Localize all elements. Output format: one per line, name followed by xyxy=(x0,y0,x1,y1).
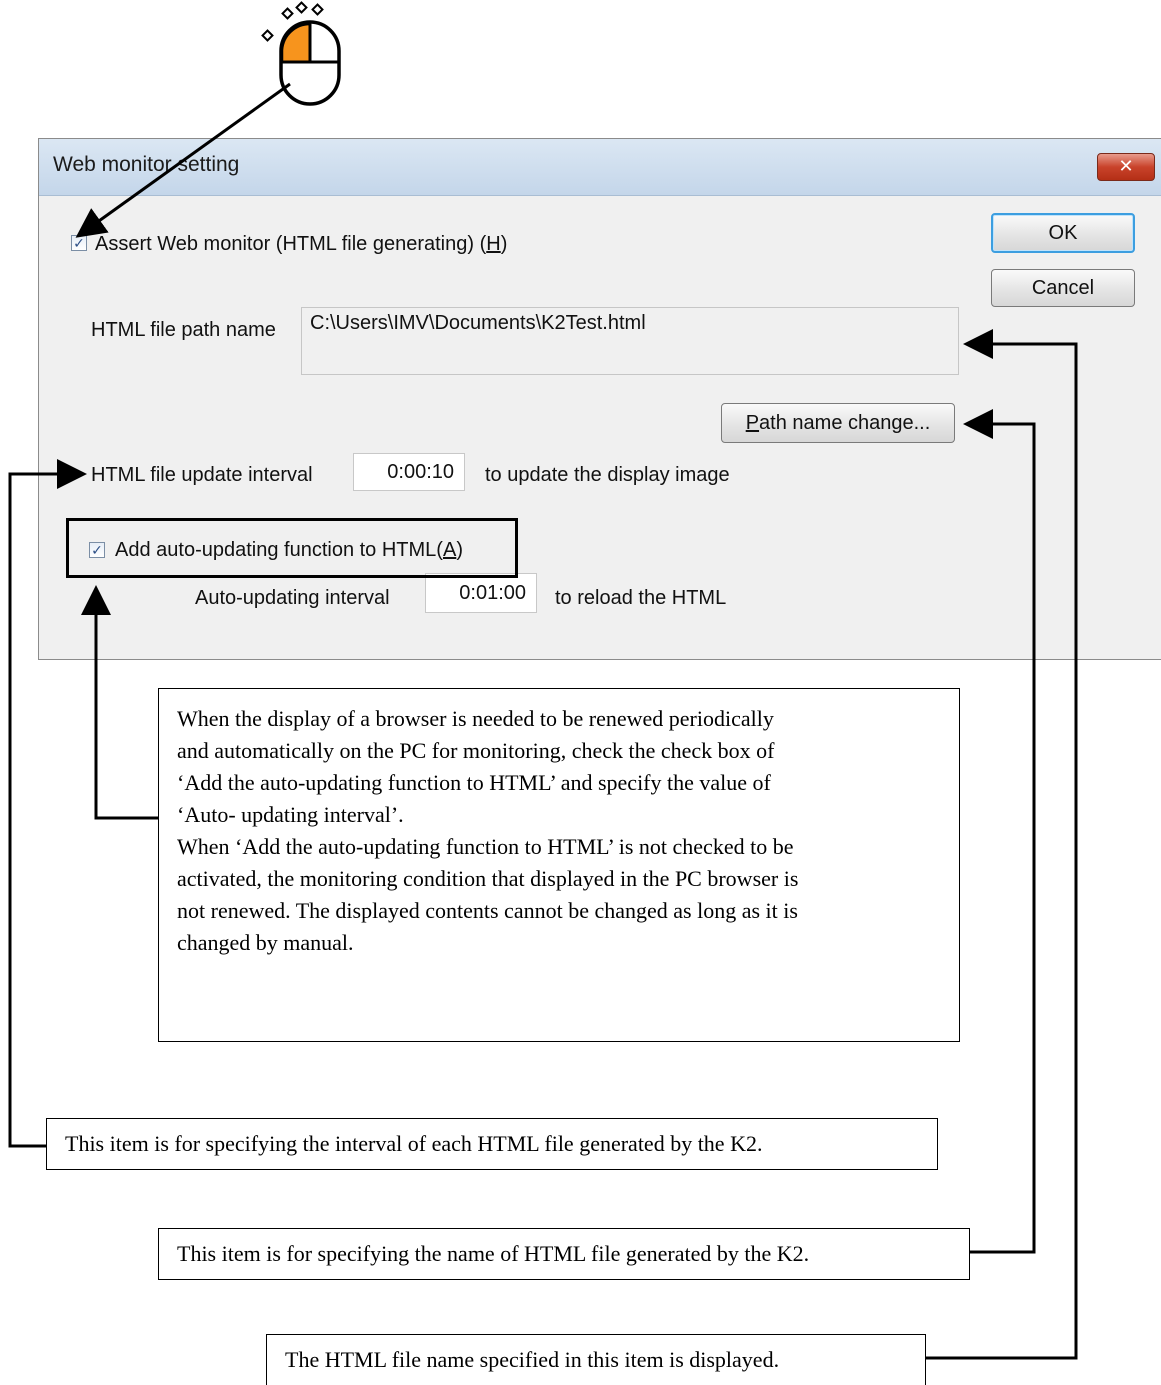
arrow-note-to-auto-update xyxy=(81,585,158,820)
arrow-to-path-display xyxy=(926,329,1078,1360)
arrow-mouse-to-checkbox xyxy=(75,82,291,238)
arrow-to-path-button xyxy=(963,409,1036,1254)
connector-lines xyxy=(8,82,1078,1360)
arrow-to-update-interval xyxy=(8,459,87,1148)
